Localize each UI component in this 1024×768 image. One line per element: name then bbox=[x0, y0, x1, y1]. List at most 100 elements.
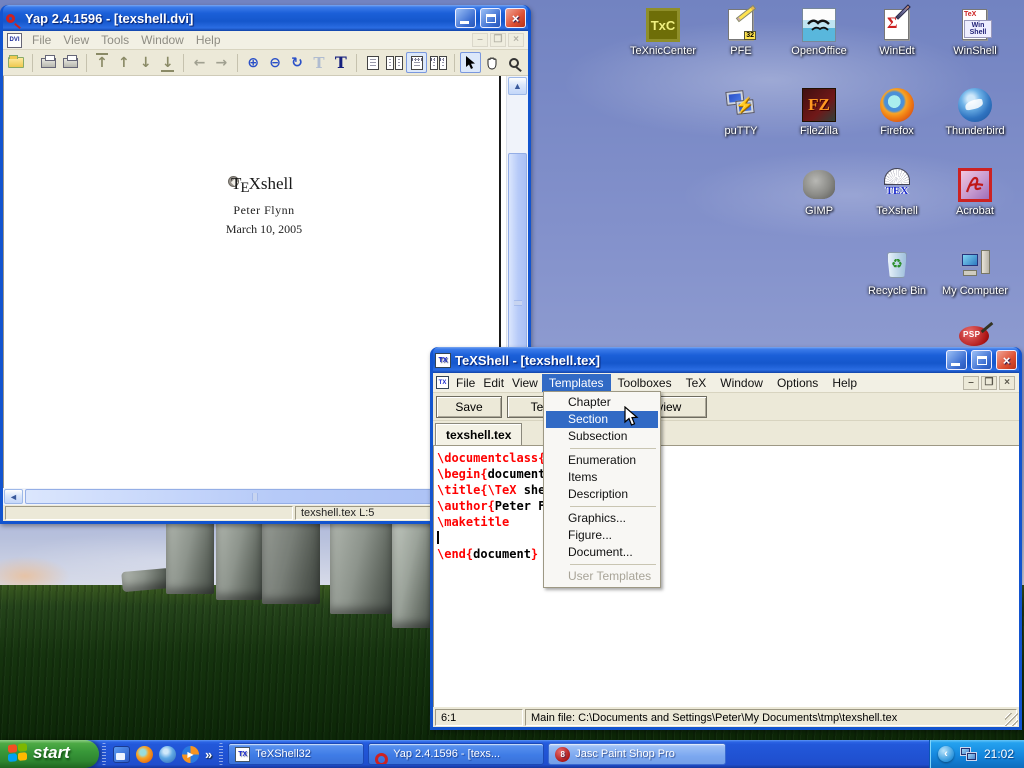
desktop-icon-texshell[interactable]: TEX TeXshell bbox=[858, 168, 936, 217]
show-desktop-icon[interactable] bbox=[113, 746, 130, 763]
print-icon[interactable] bbox=[38, 52, 59, 73]
menu-item-subsection[interactable]: Subsection bbox=[546, 428, 658, 445]
scroll-up-icon[interactable]: ▲ bbox=[508, 77, 527, 95]
menu-item-description[interactable]: Description bbox=[546, 486, 658, 503]
open-icon[interactable] bbox=[6, 52, 27, 73]
menu-templates[interactable]: Templates bbox=[542, 374, 611, 392]
desktop-icon-pfe[interactable]: 32 PFE bbox=[702, 8, 780, 57]
desktop-icon-winedt[interactable]: Σ WinEdt bbox=[858, 8, 936, 57]
page-ruler-icon[interactable] bbox=[406, 52, 427, 73]
network-tray-icon[interactable] bbox=[960, 747, 978, 762]
menu-edit[interactable]: Edit bbox=[479, 374, 508, 392]
mdi-close-button[interactable]: × bbox=[999, 376, 1015, 390]
desktop-icon-putty[interactable]: ⚡ puTTY bbox=[702, 88, 780, 137]
menu-view[interactable]: View bbox=[508, 374, 542, 392]
minimize-button[interactable] bbox=[455, 8, 476, 28]
refresh-icon[interactable]: ↻ bbox=[287, 52, 308, 73]
menu-separator bbox=[570, 506, 656, 507]
menu-item-graphics[interactable]: Graphics... bbox=[546, 510, 658, 527]
previous-page-icon[interactable]: ↑ bbox=[113, 52, 134, 73]
quicklaunch-handle[interactable] bbox=[102, 743, 106, 765]
yap-titlebar[interactable]: Yap 2.4.1596 - [texshell.dvi] × bbox=[3, 5, 528, 31]
tab-texshell-tex[interactable]: texshell.tex bbox=[435, 423, 522, 445]
task-texshell32[interactable]: TX TeXShell32 bbox=[228, 743, 364, 765]
menu-tex[interactable]: TeX bbox=[679, 374, 714, 392]
status-main-file: Main file: C:\Documents and Settings\Pet… bbox=[525, 709, 1017, 726]
taskband-handle[interactable] bbox=[219, 743, 223, 765]
menu-file[interactable]: File bbox=[452, 374, 479, 392]
media-player-quicklaunch-icon[interactable]: ▶ bbox=[182, 746, 199, 763]
menu-view[interactable]: View bbox=[57, 31, 95, 49]
menu-toolboxes[interactable]: Toolboxes bbox=[611, 374, 679, 392]
scroll-left-icon[interactable]: ◄ bbox=[4, 489, 23, 504]
menu-item-section[interactable]: Section bbox=[546, 411, 658, 428]
desktop-icon-filezilla[interactable]: FZ FileZilla bbox=[780, 88, 858, 137]
facing-pages-icon[interactable] bbox=[384, 52, 405, 73]
resize-grip[interactable] bbox=[1005, 713, 1018, 726]
texshell-app-icon: TX bbox=[435, 353, 451, 368]
text-tool-icon[interactable]: T bbox=[330, 52, 351, 73]
menu-window[interactable]: Window bbox=[713, 374, 770, 392]
menu-file[interactable]: File bbox=[26, 31, 57, 49]
menu-help[interactable]: Help bbox=[190, 31, 227, 49]
start-button[interactable]: start bbox=[0, 740, 99, 768]
select-tool-icon[interactable] bbox=[460, 52, 481, 73]
maximize-button[interactable] bbox=[971, 350, 992, 370]
forward-icon[interactable]: → bbox=[211, 52, 232, 73]
desktop-icon-recycle-bin[interactable]: ♻ Recycle Bin bbox=[858, 248, 936, 297]
maximize-button[interactable] bbox=[480, 8, 501, 28]
texniccenter-glyph: TxC bbox=[651, 18, 676, 33]
menu-window[interactable]: Window bbox=[135, 31, 190, 49]
last-page-icon[interactable]: ↓ bbox=[157, 52, 178, 73]
mdi-minimize-button[interactable]: – bbox=[963, 376, 979, 390]
menu-help[interactable]: Help bbox=[825, 374, 864, 392]
save-button[interactable]: Save bbox=[436, 396, 502, 418]
firefox-quicklaunch-icon[interactable] bbox=[136, 746, 153, 763]
minimize-button[interactable] bbox=[946, 350, 967, 370]
hand-tool-icon[interactable] bbox=[482, 52, 503, 73]
menu-item-enumeration[interactable]: Enumeration bbox=[546, 452, 658, 469]
texshell-titlebar[interactable]: TX TeXShell - [texshell.tex] × bbox=[433, 347, 1019, 373]
start-label: start bbox=[33, 743, 70, 763]
menu-item-chapter[interactable]: Chapter bbox=[546, 394, 658, 411]
desktop-icon-winshell[interactable]: TeX Win Shell WinShell bbox=[936, 8, 1014, 57]
ruler-tool-icon[interactable]: T bbox=[309, 52, 330, 73]
editor[interactable]: \documentclass{\begin{document}\title{\T… bbox=[433, 446, 1019, 707]
menu-tools[interactable]: Tools bbox=[95, 31, 135, 49]
close-button[interactable]: × bbox=[996, 350, 1017, 370]
desktop-icon-thunderbird[interactable]: Thunderbird bbox=[936, 88, 1014, 137]
task-label: TeXShell32 bbox=[255, 748, 311, 760]
pfe-badge: 32 bbox=[744, 31, 756, 40]
mdi-minimize-icon: – bbox=[472, 33, 488, 47]
back-icon[interactable]: ← bbox=[189, 52, 210, 73]
desktop-icon-paint-shop-pro[interactable]: PSP bbox=[953, 324, 995, 348]
zoom-out-icon[interactable]: ⊖ bbox=[265, 52, 286, 73]
menu-item-items[interactable]: Items bbox=[546, 469, 658, 486]
thunderbird-quicklaunch-icon[interactable] bbox=[159, 746, 176, 763]
next-page-icon[interactable]: ↓ bbox=[135, 52, 156, 73]
continuous-view-icon[interactable] bbox=[428, 52, 449, 73]
hide-icons-chevron[interactable]: ‹ bbox=[938, 746, 954, 762]
desktop-icon-texniccenter[interactable]: TxC TeXnicCenter bbox=[624, 8, 702, 57]
menu-item-document[interactable]: Document... bbox=[546, 544, 658, 561]
quicklaunch-overflow-chevron[interactable]: » bbox=[205, 747, 212, 762]
desktop-icon-my-computer[interactable]: My Computer bbox=[936, 248, 1014, 297]
magnifier-tool-icon[interactable] bbox=[504, 52, 525, 73]
task-yap[interactable]: Yap 2.4.1596 - [texs... bbox=[368, 743, 544, 765]
menu-item-figure[interactable]: Figure... bbox=[546, 527, 658, 544]
mdi-restore-button[interactable]: ❐ bbox=[981, 376, 997, 390]
close-button[interactable]: × bbox=[505, 8, 526, 28]
desktop-icon-firefox[interactable]: Firefox bbox=[858, 88, 936, 137]
zoom-in-icon[interactable]: ⊕ bbox=[243, 52, 264, 73]
print-setup-icon[interactable] bbox=[60, 52, 81, 73]
texshell-task-icon: TX bbox=[235, 747, 250, 762]
yap-task-icon bbox=[375, 753, 388, 766]
single-page-icon[interactable] bbox=[362, 52, 383, 73]
desktop-icon-openoffice[interactable]: OpenOffice bbox=[780, 8, 858, 57]
menu-options[interactable]: Options bbox=[770, 374, 825, 392]
task-paint-shop-pro[interactable]: 8 Jasc Paint Shop Pro bbox=[548, 743, 726, 765]
horizontal-scroll-thumb[interactable] bbox=[25, 489, 484, 504]
desktop-icon-acrobat[interactable]: Acrobat bbox=[936, 168, 1014, 217]
desktop-icon-gimp[interactable]: GIMP bbox=[780, 168, 858, 217]
first-page-icon[interactable]: ↑ bbox=[92, 52, 113, 73]
